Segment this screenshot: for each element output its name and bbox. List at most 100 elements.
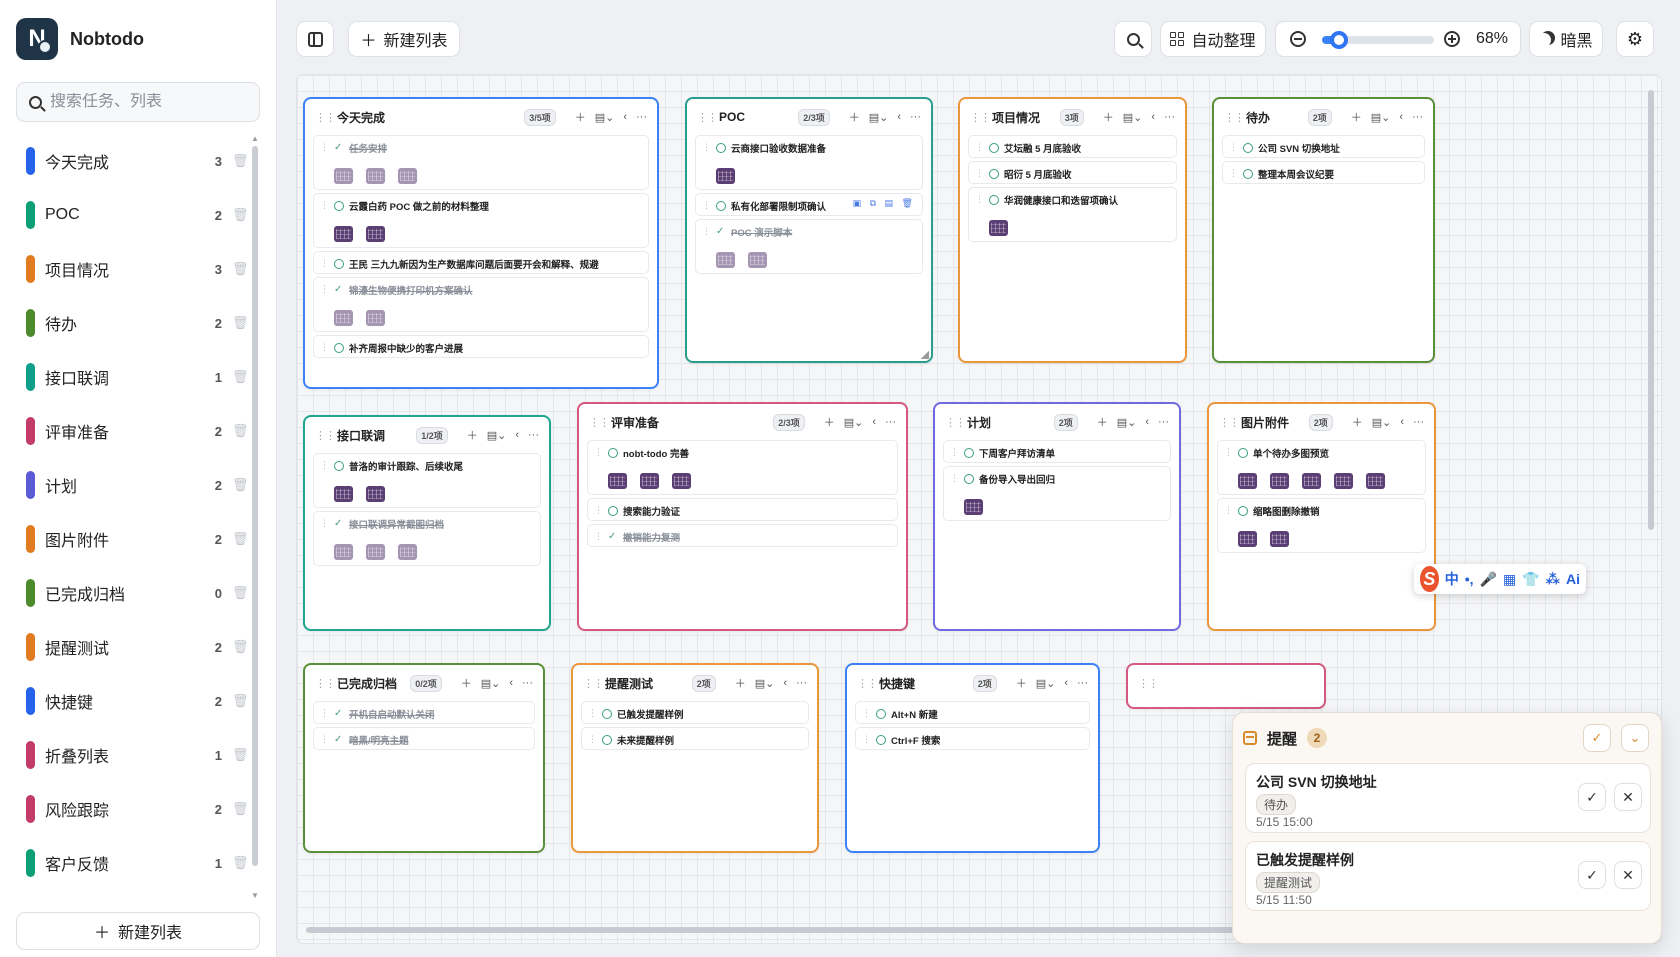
card-title[interactable]: 提醒测试 bbox=[605, 675, 692, 692]
resize-handle-icon[interactable] bbox=[921, 351, 929, 359]
task-drag-handle-icon[interactable]: ⋮ bbox=[594, 505, 603, 516]
note-menu-icon[interactable]: ▤⌄ bbox=[869, 111, 889, 124]
sidebar-item[interactable]: 快捷键 2 🗑 bbox=[16, 674, 248, 728]
card-title[interactable]: 图片附件 bbox=[1241, 414, 1309, 431]
task-item[interactable]: ⋮ 云霞白药 POC 做之前的材料整理 bbox=[313, 193, 649, 248]
settings-button[interactable]: ⚙ bbox=[1616, 21, 1654, 57]
card-title[interactable]: 计划 bbox=[967, 414, 1054, 431]
more-icon[interactable]: ··· bbox=[796, 677, 807, 689]
task-item[interactable]: ⋮ nobt-todo 完善 bbox=[587, 440, 898, 495]
sidebar-item[interactable]: 接口联调 1 🗑 bbox=[16, 350, 248, 404]
drag-handle-icon[interactable]: ⋮⋮ bbox=[315, 677, 336, 690]
task-text[interactable]: 撤销能力复测 bbox=[623, 530, 680, 544]
sogou-logo-icon[interactable]: S bbox=[1420, 566, 1439, 592]
image-thumbnail[interactable] bbox=[608, 473, 627, 489]
card-title[interactable]: POC bbox=[719, 110, 798, 124]
image-thumbnail[interactable] bbox=[398, 544, 417, 560]
card-title[interactable]: 评审准备 bbox=[611, 414, 773, 431]
zoom-slider[interactable] bbox=[1322, 31, 1434, 49]
task-item[interactable]: ⋮ 搜索能力验证 bbox=[587, 498, 898, 521]
more-icon[interactable]: ··· bbox=[1077, 677, 1088, 689]
task-item[interactable]: ⋮ 下周客户拜访清单 bbox=[943, 440, 1171, 463]
task-checkbox[interactable] bbox=[989, 142, 999, 153]
trash-icon[interactable]: 🗑 bbox=[232, 261, 248, 277]
card-header[interactable]: ⋮⋮ 图片附件 2项 ＋ ▤⌄ ‹ ··· bbox=[1209, 404, 1434, 440]
task-text[interactable]: nobt-todo 完善 bbox=[623, 446, 689, 460]
task-item[interactable]: ⋮ ✓ 开机自启动默认关闭 bbox=[313, 701, 535, 724]
image-thumbnail[interactable] bbox=[1270, 473, 1289, 489]
add-task-icon[interactable]: ＋ bbox=[849, 109, 860, 125]
drag-handle-icon[interactable]: ⋮⋮ bbox=[857, 677, 878, 690]
card-header[interactable]: ⋮⋮ 评审准备 2/3项 ＋ ▤⌄ ‹ ··· bbox=[579, 404, 906, 440]
list-card[interactable]: ⋮⋮ 图片附件 2项 ＋ ▤⌄ ‹ ··· ⋮ 单个待办多图预览 ⋮ 缩略图删除撤… bbox=[1207, 402, 1436, 631]
task-item[interactable]: ⋮ 备份导入导出回归 bbox=[943, 466, 1171, 521]
more-icon[interactable]: ··· bbox=[1413, 416, 1424, 428]
card-header[interactable]: ⋮⋮ bbox=[1128, 665, 1324, 701]
card-title[interactable]: 项目情况 bbox=[992, 109, 1060, 126]
task-text[interactable]: 接口联调异常截图归档 bbox=[349, 517, 444, 531]
check-icon[interactable]: ✓ bbox=[334, 284, 344, 295]
image-thumbnail[interactable] bbox=[640, 473, 659, 489]
task-drag-handle-icon[interactable]: ⋮ bbox=[1229, 142, 1238, 153]
theme-toggle-button[interactable]: 暗黑 bbox=[1529, 21, 1603, 57]
canvas-vertical-scroll-thumb[interactable] bbox=[1648, 90, 1654, 530]
drag-handle-icon[interactable]: ⋮⋮ bbox=[1138, 677, 1159, 690]
card-title[interactable]: 待办 bbox=[1246, 109, 1308, 126]
add-task-icon[interactable]: ＋ bbox=[1352, 414, 1363, 430]
image-thumbnail[interactable] bbox=[716, 168, 735, 184]
trash-icon[interactable]: 🗑 bbox=[232, 315, 248, 331]
task-checkbox[interactable] bbox=[334, 200, 344, 211]
task-drag-handle-icon[interactable]: ⋮ bbox=[702, 200, 711, 211]
image-thumbnail[interactable] bbox=[334, 226, 353, 242]
check-icon[interactable]: ✓ bbox=[334, 734, 344, 745]
toolbar-new-list-button[interactable]: ＋ 新建列表 bbox=[348, 21, 460, 57]
list-card[interactable]: ⋮⋮ 已完成归档 0/2项 ＋ ▤⌄ ‹ ··· ⋮ ✓ 开机自启动默认关闭 ⋮ … bbox=[303, 663, 545, 853]
add-task-icon[interactable]: ＋ bbox=[1351, 109, 1362, 125]
collapse-chevron-icon[interactable]: ‹ bbox=[1399, 111, 1403, 123]
drag-handle-icon[interactable]: ⋮⋮ bbox=[315, 111, 336, 124]
drag-handle-icon[interactable]: ⋮⋮ bbox=[583, 677, 604, 690]
image-thumbnail[interactable] bbox=[748, 252, 767, 268]
image-thumbnail[interactable] bbox=[334, 486, 353, 502]
task-text[interactable]: 暗黑/明亮主题 bbox=[349, 733, 409, 747]
collapse-chevron-icon[interactable]: ‹ bbox=[872, 416, 876, 428]
note-menu-icon[interactable]: ▤⌄ bbox=[1036, 677, 1056, 690]
task-checkbox[interactable] bbox=[608, 447, 618, 458]
task-drag-handle-icon[interactable]: ⋮ bbox=[1224, 447, 1233, 458]
task-item[interactable]: ⋮ 未来提醒样例 bbox=[581, 727, 809, 750]
task-item[interactable]: ⋮ 云商接口验收数据准备 bbox=[695, 135, 923, 190]
note-menu-icon[interactable]: ▤⌄ bbox=[1123, 111, 1143, 124]
card-title[interactable]: 接口联调 bbox=[337, 427, 416, 444]
sidebar-item[interactable]: 客户反馈 1 🗑 bbox=[16, 836, 248, 890]
task-drag-handle-icon[interactable]: ⋮ bbox=[588, 734, 597, 745]
task-drag-handle-icon[interactable]: ⋮ bbox=[320, 284, 329, 295]
drag-handle-icon[interactable]: ⋮⋮ bbox=[1219, 416, 1240, 429]
task-drag-handle-icon[interactable]: ⋮ bbox=[975, 142, 984, 153]
task-checkbox[interactable] bbox=[334, 460, 344, 471]
task-drag-handle-icon[interactable]: ⋮ bbox=[702, 226, 711, 237]
image-thumbnail[interactable] bbox=[1334, 473, 1353, 489]
card-header[interactable]: ⋮⋮ 项目情况 3项 ＋ ▤⌄ ‹ ··· bbox=[960, 99, 1185, 135]
reminder-dismiss-button[interactable]: ✕ bbox=[1614, 861, 1642, 889]
collapse-chevron-icon[interactable]: ‹ bbox=[1400, 416, 1404, 428]
task-checkbox[interactable] bbox=[1243, 168, 1253, 179]
task-drag-handle-icon[interactable]: ⋮ bbox=[320, 200, 329, 211]
card-header[interactable]: ⋮⋮ 计划 2项 ＋ ▤⌄ ‹ ··· bbox=[935, 404, 1179, 440]
task-checkbox[interactable] bbox=[716, 200, 726, 211]
image-thumbnail[interactable] bbox=[1302, 473, 1321, 489]
task-checkbox[interactable] bbox=[334, 342, 344, 353]
task-checkbox[interactable] bbox=[964, 447, 974, 458]
list-card[interactable]: ⋮⋮ 计划 2项 ＋ ▤⌄ ‹ ··· ⋮ 下周客户拜访清单 ⋮ 备份导入导出回归 bbox=[933, 402, 1181, 631]
task-checkbox[interactable] bbox=[989, 194, 999, 205]
scroll-down-icon[interactable]: ▼ bbox=[251, 891, 259, 900]
ime-item[interactable]: 👕 bbox=[1522, 571, 1539, 588]
card-title[interactable]: 已完成归档 bbox=[337, 675, 410, 692]
more-icon[interactable]: ··· bbox=[1158, 416, 1169, 428]
image-thumbnail[interactable] bbox=[1270, 531, 1289, 547]
image-thumbnail[interactable] bbox=[334, 544, 353, 560]
task-item[interactable]: ⋮ ✓ 锦濠生物便携打印机方案确认 bbox=[313, 277, 649, 332]
reminder-acknowledge-all-button[interactable]: ✓ bbox=[1583, 724, 1611, 752]
task-item[interactable]: ⋮ ✓ 暗黑/明亮主题 bbox=[313, 727, 535, 750]
task-item[interactable]: ⋮ 艾坛融 5 月底验收 bbox=[968, 135, 1177, 158]
task-drag-handle-icon[interactable]: ⋮ bbox=[1229, 168, 1238, 179]
